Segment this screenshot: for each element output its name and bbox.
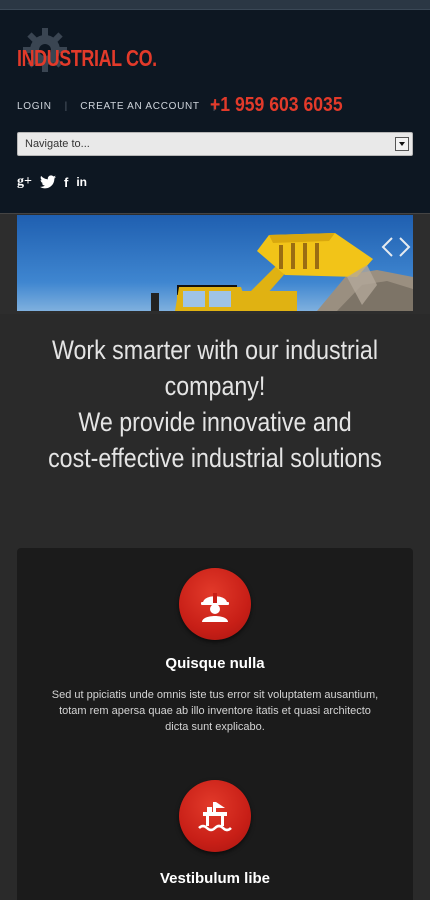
top-strip (0, 0, 430, 10)
facebook-icon[interactable]: f (64, 175, 68, 190)
oil-platform-icon (179, 780, 251, 852)
chevron-left-icon[interactable] (381, 236, 394, 258)
phone-number: +1 959 603 6035 (210, 94, 343, 116)
google-plus-icon[interactable]: g+ (17, 174, 32, 190)
social-links: g+ f in (17, 174, 95, 190)
feature-text: Sed ut ppiciatis unde omnis iste tus err… (35, 687, 395, 735)
tagline-line: We provide innovative and (78, 407, 352, 437)
chevron-right-icon[interactable] (398, 236, 411, 258)
navigate-select[interactable]: Navigate to... (17, 132, 413, 156)
chevron-down-icon (395, 137, 409, 151)
tagline-line: Work smarter with our industrial (51, 335, 379, 365)
create-account-link[interactable]: CREATE AN ACCOUNT (80, 101, 200, 112)
feature-text-line: dicta sunt explicabo. (165, 721, 265, 733)
logo-text: INDUSTRIAL CO. (17, 45, 157, 71)
account-links: LOGIN | CREATE AN ACCOUNT | (17, 100, 228, 112)
tagline-line: cost-effective industrial solutions (48, 443, 382, 473)
hero-slider (0, 213, 430, 314)
slider-controls (381, 236, 411, 258)
loader-truck-image (17, 215, 413, 311)
site-header: INDUSTRIAL CO. LOGIN | CREATE AN ACCOUNT… (0, 10, 430, 213)
feature-text-line: Sed ut ppiciatis unde omnis iste tus err… (51, 689, 379, 701)
link-separator: | (64, 100, 68, 112)
linkedin-icon[interactable]: in (76, 175, 87, 189)
hero-tagline: Work smarter with our industrial company… (0, 332, 430, 476)
feature-text-line: totam rem apersa quae ab illo inventore … (59, 705, 371, 717)
feature-title: Quisque nulla (165, 655, 265, 672)
twitter-icon[interactable] (39, 175, 56, 189)
login-link[interactable]: LOGIN (17, 101, 52, 112)
features-panel: Quisque nulla Sed ut ppiciatis unde omni… (17, 548, 413, 900)
feature-title: Vestibulum libe (159, 870, 271, 887)
construction-worker-icon (179, 568, 251, 640)
tagline-line: company! (164, 371, 266, 401)
navigate-select-value: Navigate to... (25, 138, 90, 150)
